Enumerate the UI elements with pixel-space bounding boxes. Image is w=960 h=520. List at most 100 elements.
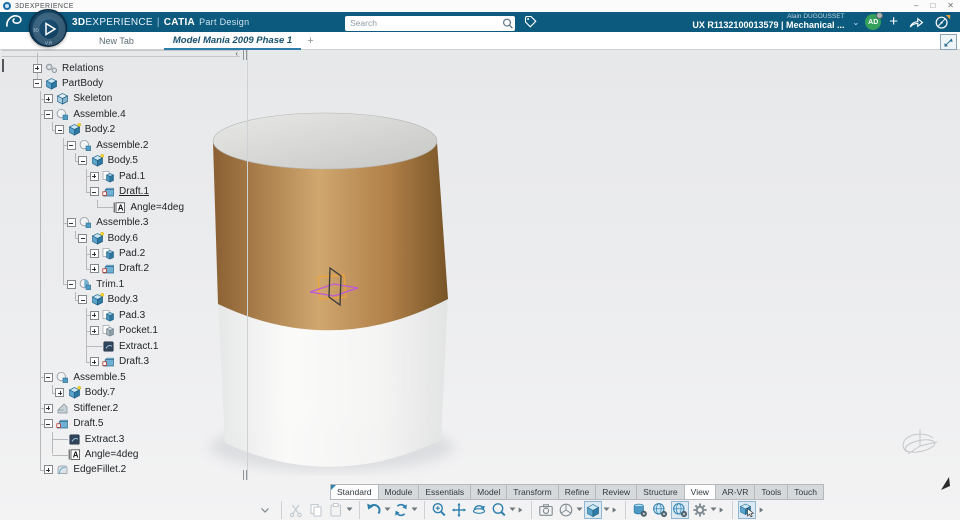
tree-expander-plus[interactable]: [89, 310, 99, 320]
scroll-handle[interactable]: [246, 470, 247, 480]
tree-node-body-3[interactable]: Body.3: [108, 292, 138, 307]
tree-node-pad-2[interactable]: Pad.2: [119, 246, 145, 261]
tree-expander-minus[interactable]: [78, 295, 88, 305]
tree-node-skeleton[interactable]: Skeleton: [73, 91, 112, 106]
action-tab-transform[interactable]: Transform: [506, 484, 559, 500]
tree-node-pad-3[interactable]: Pad.3: [119, 308, 145, 323]
zoom-icon[interactable]: [430, 501, 448, 519]
tree-expander-plus[interactable]: [89, 249, 99, 259]
gear-icon[interactable]: [691, 501, 709, 519]
dropdown-caret-icon[interactable]: [576, 501, 583, 519]
pan-icon[interactable]: [450, 501, 468, 519]
tree-node-body-5[interactable]: Body.5: [108, 153, 138, 168]
toolbar-overflow-icon[interactable]: [610, 501, 619, 519]
tree-node-edgefillet-2[interactable]: EdgeFillet.2: [73, 462, 126, 477]
tree-expander-minus[interactable]: [66, 279, 76, 289]
globe-gear-icon[interactable]: [671, 500, 689, 519]
tree-node-pad-1[interactable]: Pad.1: [119, 169, 145, 184]
tree-node-assemble-2[interactable]: Assemble.2: [96, 138, 148, 153]
session-gear-icon[interactable]: [631, 501, 649, 519]
tree-node-assemble-3[interactable]: Assemble.3: [96, 215, 148, 230]
tree-node-body-7[interactable]: Body.7: [85, 385, 115, 400]
globe-gear-icon[interactable]: [651, 501, 669, 519]
action-tab-standard[interactable]: Standard: [330, 484, 379, 500]
undo-icon[interactable]: [365, 501, 383, 519]
maximize-viewport-button[interactable]: [940, 34, 957, 50]
scroll-handle[interactable]: [246, 50, 247, 60]
tree-node-body-2[interactable]: Body.2: [85, 122, 115, 137]
action-tab-ar-vr[interactable]: AR-VR: [714, 484, 756, 500]
tree-node-partbody[interactable]: PartBody: [62, 76, 103, 91]
dropdown-caret-icon[interactable]: [411, 501, 418, 519]
tree-expander-minus[interactable]: [78, 156, 88, 166]
tree-expander-plus[interactable]: [89, 326, 99, 336]
toolbar-overflow-icon[interactable]: [717, 501, 726, 519]
action-tab-tools[interactable]: Tools: [754, 484, 789, 500]
update-icon[interactable]: [392, 501, 410, 519]
tree-expander-minus[interactable]: [43, 419, 53, 429]
capture-icon[interactable]: [537, 501, 555, 519]
cut-icon[interactable]: [287, 501, 305, 519]
tree-vertical-scrollbar[interactable]: [247, 50, 248, 480]
paste-icon[interactable]: [327, 501, 345, 519]
tree-expander-minus[interactable]: [89, 187, 99, 197]
action-tab-review[interactable]: Review: [595, 484, 638, 500]
view-cube-icon[interactable]: [584, 500, 602, 519]
tree-expander-minus[interactable]: [43, 109, 53, 119]
tree-node-assemble-4[interactable]: Assemble.4: [73, 107, 125, 122]
dropdown-caret-icon[interactable]: [710, 501, 717, 519]
tree-expander-plus[interactable]: [32, 63, 42, 73]
3d-compass[interactable]: 3D V.R: [29, 9, 67, 47]
tree-expander-minus[interactable]: [66, 218, 76, 228]
toolbar-overflow-icon[interactable]: [757, 501, 766, 519]
tree-node-body-6[interactable]: Body.6: [108, 231, 138, 246]
tree-expander-minus[interactable]: [32, 78, 42, 88]
tree-expander-plus[interactable]: [55, 388, 65, 398]
chevron-down-icon[interactable]: [256, 501, 274, 519]
scroll-handle[interactable]: [243, 50, 244, 60]
tree-node-extract-3[interactable]: Extract.3: [85, 432, 124, 447]
tree-node-stiffener-2[interactable]: Stiffener.2: [73, 401, 118, 416]
tree-node-draft-2[interactable]: Draft.2: [119, 261, 149, 276]
tree-node-relations[interactable]: Relations: [62, 61, 104, 76]
dropdown-caret-icon[interactable]: [603, 501, 610, 519]
tree-expander-plus[interactable]: [43, 94, 53, 104]
action-tab-module[interactable]: Module: [377, 484, 420, 500]
tree-node-angle-4deg[interactable]: Angle=4deg: [130, 200, 184, 215]
action-tab-structure[interactable]: Structure: [636, 484, 685, 500]
tree-expander-minus[interactable]: [78, 233, 88, 243]
toolbar-overflow-icon[interactable]: [516, 501, 525, 519]
action-tab-view[interactable]: View: [683, 484, 716, 500]
tree-expander-minus[interactable]: [66, 140, 76, 150]
tree-node-pocket-1[interactable]: Pocket.1: [119, 323, 158, 338]
tree-horizontal-scrollbar[interactable]: ‹: [2, 49, 240, 58]
dropdown-caret-icon[interactable]: [509, 501, 516, 519]
tree-node-assemble-5[interactable]: Assemble.5: [73, 370, 125, 385]
select-cube-icon[interactable]: [738, 500, 756, 519]
tree-expander-plus[interactable]: [43, 465, 53, 475]
tree-node-trim-1[interactable]: Trim.1: [96, 277, 124, 292]
tree-node-angle-4deg[interactable]: Angle=4deg: [85, 447, 139, 462]
tree-node-draft-1[interactable]: Draft.1: [119, 184, 149, 199]
dropdown-caret-icon[interactable]: [384, 501, 391, 519]
tree-expander-plus[interactable]: [89, 264, 99, 274]
tree-expander-plus[interactable]: [89, 171, 99, 181]
action-tab-essentials[interactable]: Essentials: [418, 484, 472, 500]
tree-expander-minus[interactable]: [55, 125, 65, 135]
tree-node-draft-3[interactable]: Draft.3: [119, 354, 149, 369]
tree-expander-minus[interactable]: [43, 372, 53, 382]
rotate-icon[interactable]: [470, 501, 488, 519]
action-tab-model[interactable]: Model: [470, 484, 508, 500]
iso-view-icon[interactable]: [557, 501, 575, 519]
tree-expander-plus[interactable]: [43, 403, 53, 413]
tree-node-draft-5[interactable]: Draft.5: [73, 416, 103, 431]
copy-icon[interactable]: [307, 501, 325, 519]
tree-expander-plus[interactable]: [89, 357, 99, 367]
tree-node-extract-1[interactable]: Extract.1: [119, 339, 158, 354]
action-tab-touch[interactable]: Touch: [787, 484, 824, 500]
zoom-area-icon[interactable]: [490, 501, 508, 519]
dropdown-caret-icon[interactable]: [346, 501, 353, 519]
scroll-handle[interactable]: [243, 470, 244, 480]
action-tab-refine[interactable]: Refine: [557, 484, 597, 500]
scroll-left-icon[interactable]: ‹: [235, 49, 238, 58]
